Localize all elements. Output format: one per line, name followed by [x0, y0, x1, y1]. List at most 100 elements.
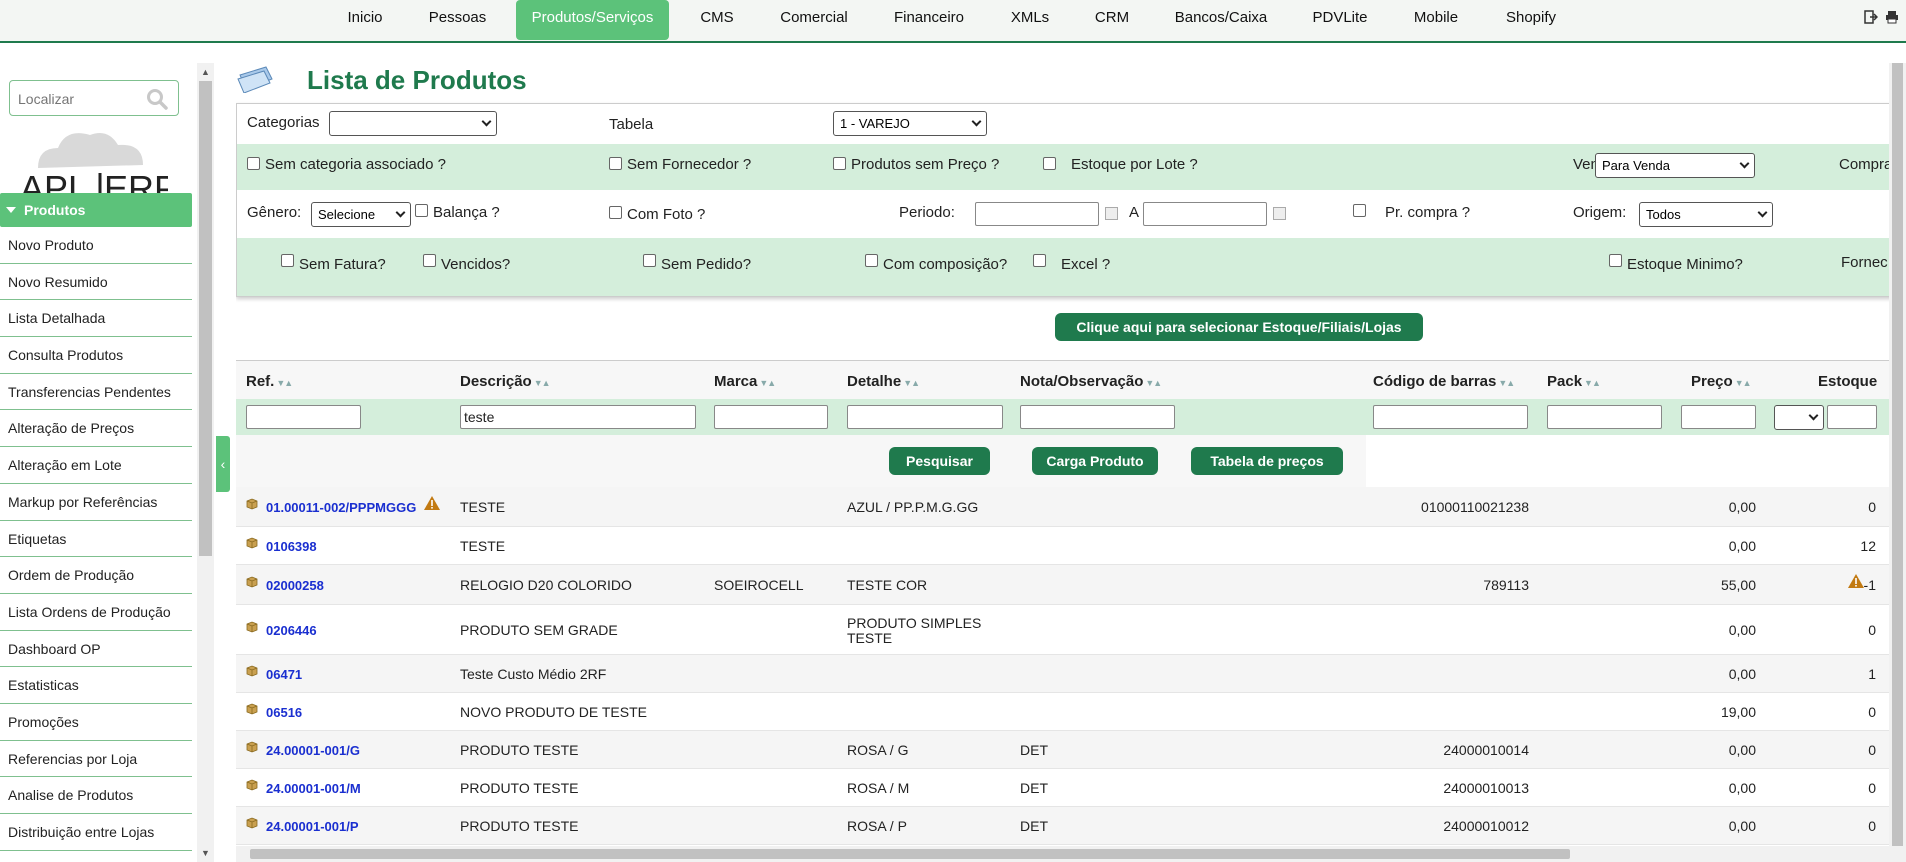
com-foto-checkbox[interactable]: [609, 206, 622, 219]
filter-ref-input[interactable]: [246, 405, 361, 429]
sidebar-scrollbar[interactable]: ▲ ▼: [197, 63, 214, 862]
nav-produtos-servicos[interactable]: Produtos/Serviços: [516, 0, 669, 40]
filter-preco-input[interactable]: [1681, 405, 1756, 429]
col-estoque[interactable]: Estoque: [1818, 373, 1877, 390]
calendar-icon[interactable]: [1105, 207, 1118, 220]
table-row[interactable]: 06516 NOVO PRODUTO DE TESTE 19,00 0: [236, 693, 1906, 731]
estoque-lote-checkbox[interactable]: [1043, 157, 1056, 170]
product-ref-link[interactable]: 02000258: [266, 578, 324, 593]
sidebar-item-transferencias-pendentes[interactable]: Transferencias Pendentes: [0, 374, 192, 411]
table-row[interactable]: 01.00011-002/PPPMGGG TESTE AZUL / PP.P.M.G…: [236, 487, 1906, 527]
sort-icon[interactable]: ▼▲: [903, 378, 920, 388]
main-horizontal-scrollbar[interactable]: [236, 846, 1906, 862]
sidebar-item-alteracao-lote[interactable]: Alteração em Lote: [0, 447, 192, 484]
sidebar-item-novo-produto[interactable]: Novo Produto: [0, 227, 192, 264]
filter-descricao-input[interactable]: teste: [460, 405, 696, 429]
sidebar-item-ordem-producao[interactable]: Ordem de Produção: [0, 557, 192, 594]
sidebar-item-estatisticas[interactable]: Estatisticas: [0, 667, 192, 704]
sem-categoria-checkbox[interactable]: [247, 157, 260, 170]
nav-shopify[interactable]: Shopify: [1500, 0, 1562, 40]
sidebar-item-distribuicao-lojas[interactable]: Distribuição entre Lojas: [0, 814, 192, 851]
main-horizontal-scroll-thumb[interactable]: [250, 849, 1570, 859]
sort-icon[interactable]: ▼▲: [759, 378, 776, 388]
nav-xmls[interactable]: XMLs: [1005, 0, 1055, 40]
product-ref-link[interactable]: 24.00001-001/M: [266, 781, 361, 796]
table-row[interactable]: 0106398 TESTE 0,00 12: [236, 527, 1906, 565]
nav-cms[interactable]: CMS: [696, 0, 738, 40]
vencidos-checkbox[interactable]: [423, 254, 436, 267]
product-ref-link[interactable]: 06516: [266, 705, 302, 720]
sort-icon[interactable]: ▼▲: [1145, 378, 1162, 388]
table-row[interactable]: 24.00001-001/G PRODUTO TESTE ROSA / G DET 24…: [236, 731, 1906, 769]
logout-icon[interactable]: [1864, 10, 1879, 24]
table-row[interactable]: 24.00001-001/P PRODUTO TESTE ROSA / P DET 24…: [236, 807, 1906, 845]
sidebar-section-produtos[interactable]: Produtos: [0, 193, 192, 227]
table-row[interactable]: 0206446 PRODUTO SEM GRADE PRODUTO SIMPLES T…: [236, 605, 1906, 655]
sidebar-scroll-thumb[interactable]: [199, 81, 212, 556]
col-marca[interactable]: Marca ▼▲: [714, 373, 776, 390]
sort-icon[interactable]: ▼▲: [1735, 378, 1752, 388]
main-vertical-scroll-thumb[interactable]: [1892, 63, 1903, 846]
col-descricao[interactable]: Descrição ▼▲: [460, 373, 551, 390]
table-row[interactable]: 06471 Teste Custo Médio 2RF 0,00 1: [236, 655, 1906, 693]
pr-compra-checkbox[interactable]: [1353, 204, 1366, 217]
sidebar-item-consulta-produtos[interactable]: Consulta Produtos: [0, 337, 192, 374]
nav-crm[interactable]: CRM: [1090, 0, 1134, 40]
scroll-down-icon[interactable]: ▼: [201, 848, 210, 858]
col-pack[interactable]: Pack ▼▲: [1547, 373, 1601, 390]
scroll-up-icon[interactable]: ▲: [201, 67, 210, 77]
nav-inicio[interactable]: Inicio: [340, 0, 390, 40]
nav-mobile[interactable]: Mobile: [1408, 0, 1464, 40]
product-ref-link[interactable]: 24.00001-001/P: [266, 819, 359, 834]
sidebar-collapse-button[interactable]: ‹: [216, 436, 230, 492]
periodo-inicio-input[interactable]: [975, 202, 1099, 226]
excel-checkbox[interactable]: [1033, 254, 1046, 267]
sidebar-item-novo-resumido[interactable]: Novo Resumido: [0, 264, 192, 301]
sidebar-item-referencias-loja[interactable]: Referencias por Loja: [0, 741, 192, 778]
sidebar-item-lista-ordens-producao[interactable]: Lista Ordens de Produção: [0, 594, 192, 631]
carga-produto-button[interactable]: Carga Produto: [1032, 447, 1158, 475]
sidebar-item-markup-referencias[interactable]: Markup por Referências: [0, 484, 192, 521]
sem-pedido-checkbox[interactable]: [643, 254, 656, 267]
origem-select[interactable]: Todos: [1639, 202, 1773, 227]
filter-estoque-operator-select[interactable]: [1774, 405, 1824, 430]
product-ref-link[interactable]: 24.00001-001/G: [266, 743, 360, 758]
sem-preco-checkbox[interactable]: [833, 157, 846, 170]
estoque-minimo-checkbox[interactable]: [1609, 254, 1622, 267]
main-vertical-scrollbar[interactable]: [1889, 63, 1906, 846]
filter-detalhe-input[interactable]: [847, 405, 1003, 429]
pesquisar-button[interactable]: Pesquisar: [889, 447, 990, 475]
periodo-fim-input[interactable]: [1143, 202, 1267, 226]
sidebar-item-dashboard-op[interactable]: Dashboard OP: [0, 631, 192, 668]
sem-fatura-checkbox[interactable]: [281, 254, 294, 267]
sem-fornecedor-checkbox[interactable]: [609, 157, 622, 170]
categorias-select[interactable]: [329, 111, 497, 136]
col-barras[interactable]: Código de barras ▼▲: [1373, 373, 1515, 390]
sort-icon[interactable]: ▼▲: [276, 378, 293, 388]
nav-pdvlite[interactable]: PDVLite: [1308, 0, 1372, 40]
nav-comercial[interactable]: Comercial: [775, 0, 853, 40]
col-ref[interactable]: Ref. ▼▲: [246, 373, 293, 390]
sidebar-item-analise-produtos[interactable]: Analise de Produtos: [0, 777, 192, 814]
sidebar-item-promocoes[interactable]: Promoções: [0, 704, 192, 741]
filter-nota-input[interactable]: [1020, 405, 1175, 429]
product-ref-link[interactable]: 01.00011-002/PPPMGGG: [266, 500, 416, 515]
product-ref-link[interactable]: 0106398: [266, 539, 317, 554]
search-input[interactable]: [18, 89, 138, 109]
col-detalhe[interactable]: Detalhe ▼▲: [847, 373, 920, 390]
filter-pack-input[interactable]: [1547, 405, 1662, 429]
filter-marca-input[interactable]: [714, 405, 828, 429]
select-estoque-button[interactable]: Clique aqui para selecionar Estoque/Fili…: [1055, 313, 1423, 341]
sort-icon[interactable]: ▼▲: [1498, 378, 1515, 388]
sort-icon[interactable]: ▼▲: [534, 378, 551, 388]
filter-estoque-input[interactable]: [1827, 405, 1877, 429]
table-row[interactable]: 02000258 RELOGIO D20 COLORIDO SOEIROCELL TE…: [236, 565, 1906, 605]
sort-icon[interactable]: ▼▲: [1584, 378, 1601, 388]
col-nota[interactable]: Nota/Observação ▼▲: [1020, 373, 1162, 390]
sidebar-item-lista-detalhada[interactable]: Lista Detalhada: [0, 300, 192, 338]
tabela-precos-button[interactable]: Tabela de preços: [1191, 447, 1343, 475]
product-ref-link[interactable]: 0206446: [266, 623, 317, 638]
genero-select[interactable]: Selecione: [311, 202, 411, 227]
table-row[interactable]: 24.00001-001/M PRODUTO TESTE ROSA / M DET 24…: [236, 769, 1906, 807]
sidebar-item-alteracao-precos[interactable]: Alteração de Preços: [0, 410, 192, 448]
